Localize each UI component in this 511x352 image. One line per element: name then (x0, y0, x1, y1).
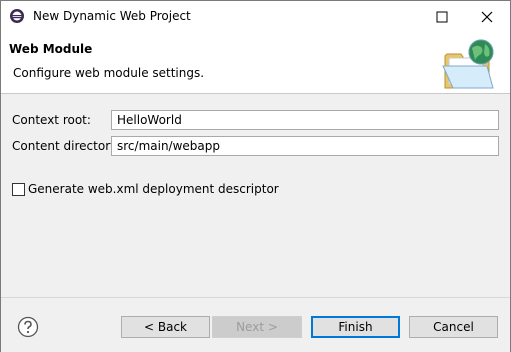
maximize-button[interactable] (419, 1, 465, 32)
window-title: New Dynamic Web Project (33, 9, 191, 23)
context-root-label: Context root: (12, 113, 91, 127)
next-button[interactable]: Next > (212, 316, 302, 338)
close-icon (481, 11, 493, 22)
help-icon (17, 316, 39, 338)
maximize-icon (436, 11, 448, 22)
page-description: Configure web module settings. (13, 66, 205, 80)
content-directory-input[interactable] (111, 136, 499, 156)
back-button[interactable]: < Back (121, 316, 210, 338)
generate-descriptor-label[interactable]: Generate web.xml deployment descriptor (28, 182, 279, 196)
web-project-folder-globe-icon (439, 38, 501, 92)
dialog-window: New Dynamic Web Project Web Module Confi… (0, 0, 511, 352)
finish-button[interactable]: Finish (311, 316, 400, 338)
button-bar: < Back Next > Finish Cancel (1, 297, 510, 352)
close-button[interactable] (464, 1, 510, 32)
content-directory-label: Content directory: (12, 139, 121, 153)
context-root-input[interactable] (111, 110, 499, 130)
eclipse-app-icon (9, 8, 25, 24)
form-area: Context root: Content directory: Generat… (1, 94, 510, 297)
page-title: Web Module (9, 42, 93, 56)
help-button[interactable] (17, 316, 39, 338)
title-bar: New Dynamic Web Project (1, 1, 510, 32)
cancel-button[interactable]: Cancel (409, 316, 498, 338)
generate-descriptor-checkbox[interactable] (12, 183, 25, 196)
wizard-banner: Web Module Configure web module settings… (1, 32, 510, 94)
